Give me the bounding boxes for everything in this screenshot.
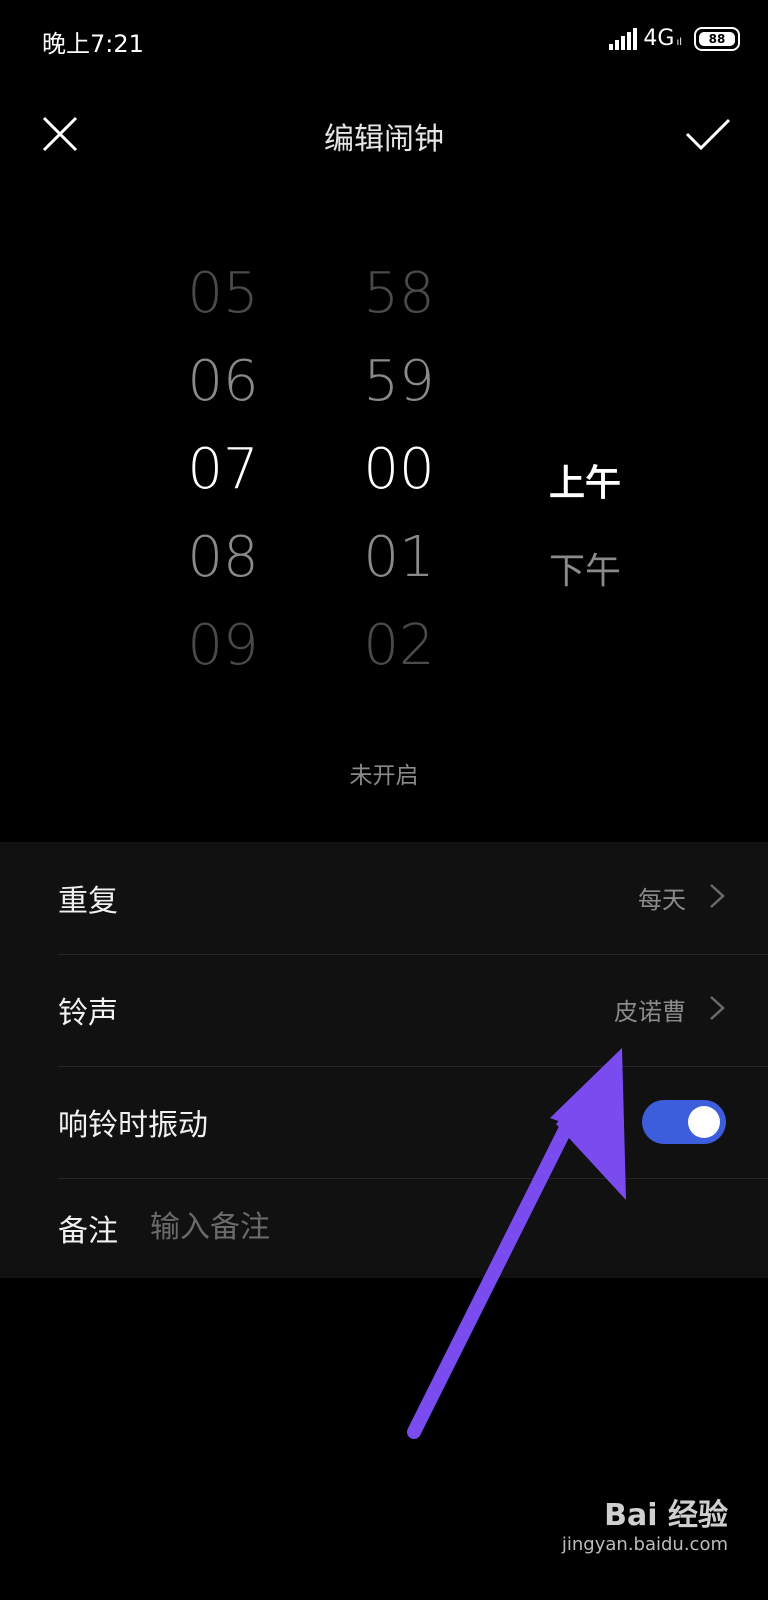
chevron-right-icon: [710, 996, 725, 1020]
hour-wheel[interactable]: 05 06 07 08 09: [163, 250, 283, 690]
minute-option[interactable]: 59: [339, 338, 459, 426]
toggle-knob: [688, 1106, 720, 1138]
hour-option[interactable]: 06: [163, 338, 283, 426]
minute-option[interactable]: 02: [339, 602, 459, 690]
time-picker[interactable]: 05 06 07 08 09 58 59 00 01 02 上午 下午: [0, 250, 768, 690]
am-option[interactable]: 上午: [520, 440, 650, 528]
hour-option[interactable]: 08: [163, 514, 283, 602]
hour-selected[interactable]: 07: [163, 426, 283, 514]
watermark-logo: Bai 经验: [604, 1498, 728, 1533]
status-indicators: 4G ıl 88: [609, 26, 740, 51]
signal-icon: [609, 27, 638, 50]
network-type: 4G: [643, 26, 675, 51]
watermark-url: jingyan.baidu.com: [561, 1534, 728, 1555]
battery-icon: 88: [694, 26, 740, 51]
note-row: 备注: [0, 1172, 768, 1284]
minute-option[interactable]: 01: [339, 514, 459, 602]
annotation-arrow-icon: [407, 1048, 626, 1439]
settings-list: 重复 每天 铃声 皮诺曹 响铃时振动 备注: [0, 842, 768, 1278]
minute-wheel[interactable]: 58 59 00 01 02: [339, 250, 459, 690]
minute-option[interactable]: 58: [339, 250, 459, 338]
vibrate-row: 响铃时振动: [0, 1066, 768, 1178]
battery-level: 88: [699, 31, 735, 46]
ringtone-label: 铃声: [58, 996, 118, 1031]
status-time: 晚上7:21: [42, 30, 144, 58]
alarm-status-text: 未开启: [349, 763, 419, 789]
watermark: Bai 经验 jingyan.baidu.com: [548, 1490, 728, 1560]
repeat-label: 重复: [58, 884, 118, 919]
repeat-value: 每天: [638, 886, 686, 914]
repeat-row[interactable]: 重复 每天: [0, 842, 768, 954]
vibrate-label: 响铃时振动: [58, 1108, 208, 1143]
vibrate-toggle[interactable]: [642, 1100, 726, 1144]
pm-option[interactable]: 下午: [520, 528, 650, 616]
ringtone-row[interactable]: 铃声 皮诺曹: [0, 954, 768, 1066]
ampm-wheel[interactable]: 上午 下午: [520, 440, 650, 616]
network-activity: ıl: [676, 37, 682, 48]
note-label: 备注: [58, 1214, 118, 1249]
confirm-button[interactable]: [684, 114, 732, 154]
page-title: 编辑闹钟: [324, 122, 444, 157]
check-icon: [685, 118, 731, 151]
hour-option[interactable]: 09: [163, 602, 283, 690]
minute-selected[interactable]: 00: [339, 426, 459, 514]
title-bar: 编辑闹钟: [0, 96, 768, 172]
hour-option[interactable]: 05: [163, 250, 283, 338]
chevron-right-icon: [710, 884, 725, 908]
status-bar: 晚上7:21 4G ıl 88: [0, 0, 768, 84]
ringtone-value: 皮诺曹: [614, 998, 686, 1026]
